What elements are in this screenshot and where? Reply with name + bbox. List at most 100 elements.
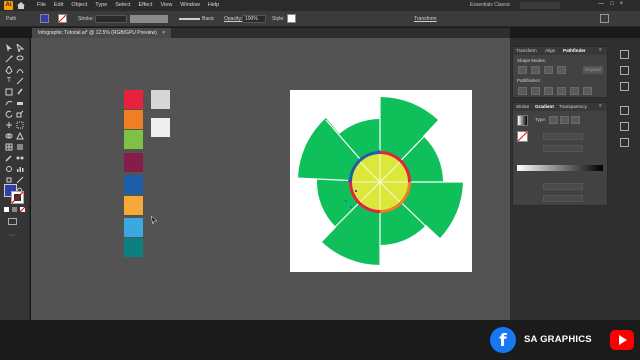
menu-object[interactable]: Object	[71, 2, 87, 8]
eyedropper-tool-icon[interactable]	[5, 154, 13, 162]
symbol-sprayer-tool-icon[interactable]	[5, 165, 13, 173]
infographic-artwork[interactable]	[290, 90, 472, 272]
menu-select[interactable]: Select	[115, 2, 130, 8]
magic-wand-tool-icon[interactable]	[5, 55, 13, 63]
menu-view[interactable]: View	[160, 2, 172, 8]
swatch-green[interactable]	[124, 130, 143, 149]
properties-panel-icon[interactable]	[620, 50, 629, 59]
swatch-maroon[interactable]	[124, 153, 143, 172]
tab-pathfinder[interactable]: Pathfinder	[563, 48, 586, 53]
linear-gradient-button[interactable]	[549, 116, 558, 124]
perspective-grid-tool-icon[interactable]	[16, 132, 24, 140]
gradient-location-field[interactable]	[543, 195, 583, 202]
menu-edit[interactable]: Edit	[54, 2, 63, 8]
search-input[interactable]	[520, 2, 560, 9]
trim-button[interactable]	[531, 87, 540, 95]
freeform-gradient-button[interactable]	[571, 116, 580, 124]
stroke-none-swatch[interactable]	[58, 14, 67, 23]
pen-tool-icon[interactable]	[5, 66, 13, 74]
swatch-orange[interactable]	[124, 110, 143, 129]
swatch-white-gray[interactable]	[151, 118, 170, 137]
swatch-light-blue[interactable]	[124, 218, 143, 237]
divide-button[interactable]	[518, 87, 527, 95]
swatch-yellow-orange[interactable]	[124, 196, 143, 215]
lasso-tool-icon[interactable]	[16, 55, 24, 63]
opacity-field[interactable]: 100%	[242, 15, 266, 23]
facebook-icon[interactable]: f	[490, 327, 516, 353]
edit-toolbar-icon[interactable]: ···	[8, 232, 15, 239]
direct-selection-tool-icon[interactable]	[16, 44, 24, 52]
column-graph-tool-icon[interactable]	[16, 165, 24, 173]
tab-align[interactable]: Align	[545, 48, 555, 53]
swatch-light-gray[interactable]	[151, 90, 170, 109]
menu-type[interactable]: Type	[95, 2, 107, 8]
gradient-panel-menu-icon[interactable]: ≡	[599, 103, 602, 108]
shape-builder-tool-icon[interactable]	[5, 132, 13, 140]
paintbrush-tool-icon[interactable]	[16, 88, 24, 96]
menu-help[interactable]: Help	[208, 2, 219, 8]
graphic-style-swatch[interactable]	[287, 14, 296, 23]
transform-link[interactable]: Transform	[414, 16, 437, 22]
menu-effect[interactable]: Effect	[139, 2, 153, 8]
type-tool-icon[interactable]: T	[5, 77, 13, 85]
crop-button[interactable]	[557, 87, 566, 95]
tab-transform[interactable]: Transform	[516, 48, 537, 53]
exclude-button[interactable]	[557, 66, 566, 74]
artboard-tool-icon[interactable]	[5, 176, 13, 184]
tab-close-icon[interactable]: ×	[162, 30, 165, 36]
screen-mode-icon[interactable]	[8, 218, 17, 225]
gradient-preview[interactable]	[517, 115, 528, 126]
symbols-panel-icon[interactable]	[620, 138, 629, 147]
blend-tool-icon[interactable]	[16, 154, 24, 162]
document-tab[interactable]: Infographic Tutorial.ai* @ 12.5% (RGB/GP…	[32, 28, 172, 38]
stroke-swatch[interactable]	[11, 191, 24, 204]
libraries-panel-icon[interactable]	[620, 82, 629, 91]
close-window-button[interactable]: ×	[620, 1, 624, 7]
artboard[interactable]	[290, 90, 472, 272]
gradient-stroke-swatch[interactable]	[517, 131, 528, 142]
gradient-mode-icon[interactable]	[12, 207, 17, 212]
intersect-button[interactable]	[544, 66, 553, 74]
gradient-slider[interactable]	[517, 165, 603, 171]
gradient-aspect-field[interactable]	[543, 145, 583, 152]
gradient-opacity-field[interactable]	[543, 183, 583, 190]
swatch-red[interactable]	[124, 90, 143, 109]
tab-stroke[interactable]: Stroke	[516, 104, 529, 109]
color-mode-icon[interactable]	[4, 207, 9, 212]
youtube-icon[interactable]	[610, 330, 634, 350]
expand-button[interactable]: Expand	[583, 66, 603, 74]
tab-gradient[interactable]: Gradient	[535, 104, 554, 109]
menu-file[interactable]: File	[37, 2, 46, 8]
fill-color-swatch[interactable]	[40, 14, 49, 23]
gradient-angle-field[interactable]	[543, 133, 583, 140]
rotate-tool-icon[interactable]	[5, 110, 13, 118]
variable-width-profile[interactable]	[130, 15, 168, 23]
outline-button[interactable]	[570, 87, 579, 95]
merge-button[interactable]	[544, 87, 553, 95]
workspace-switcher[interactable]: Essentials Classic	[470, 2, 510, 8]
curvature-tool-icon[interactable]	[16, 66, 24, 74]
width-tool-icon[interactable]	[5, 121, 13, 129]
slice-tool-icon[interactable]	[16, 176, 24, 184]
mesh-tool-icon[interactable]	[5, 143, 13, 151]
unite-button[interactable]	[518, 66, 527, 74]
home-icon[interactable]	[17, 2, 25, 9]
eraser-tool-icon[interactable]	[16, 99, 24, 107]
layers-panel-icon[interactable]	[620, 66, 629, 75]
line-segment-tool-icon[interactable]	[16, 77, 24, 85]
arrange-documents-icon[interactable]	[600, 14, 609, 23]
minimize-button[interactable]: —	[598, 1, 604, 7]
swatch-blue[interactable]	[124, 175, 143, 194]
stroke-weight-field[interactable]	[95, 15, 127, 23]
minus-front-button[interactable]	[531, 66, 540, 74]
scale-tool-icon[interactable]	[16, 110, 24, 118]
rectangle-tool-icon[interactable]	[5, 88, 13, 96]
shaper-tool-icon[interactable]	[5, 99, 13, 107]
panel-menu-icon[interactable]: ≡	[599, 47, 602, 52]
swatch-teal[interactable]	[124, 238, 143, 257]
menu-window[interactable]: Window	[180, 2, 200, 8]
gradient-tool-icon[interactable]	[16, 143, 24, 151]
maximize-button[interactable]: □	[610, 1, 614, 7]
minus-back-button[interactable]	[583, 87, 592, 95]
none-mode-icon[interactable]	[20, 207, 25, 212]
